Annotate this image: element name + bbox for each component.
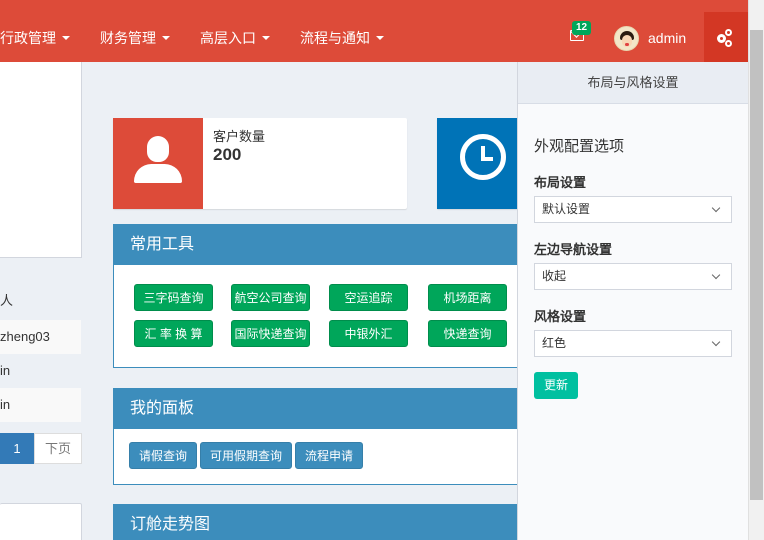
trend-panel: 订舱走势图 [113, 504, 518, 540]
process-apply-button[interactable]: 流程申请 [295, 442, 363, 469]
settings-toggle-button[interactable] [704, 12, 748, 62]
nav-menu-executive[interactable]: 高层入口 [200, 0, 270, 62]
caret-down-icon [162, 36, 170, 41]
scrollbar-thumb[interactable] [750, 30, 763, 500]
tool-button[interactable]: 三字码查询 [134, 284, 213, 311]
layout-label: 布局设置 [534, 175, 587, 190]
my-panel: 我的面板 [113, 388, 518, 485]
caret-down-icon [376, 36, 384, 41]
style-select[interactable]: 红色 [534, 330, 732, 357]
panel-title: 订舱走势图 [114, 505, 518, 540]
tool-button[interactable]: 机场距离 [428, 284, 507, 311]
chevron-down-icon [711, 203, 721, 213]
left-top-box [0, 118, 81, 209]
layout-select[interactable]: 默认设置 [534, 196, 732, 223]
info-box-customers: 客户数量 200 [113, 118, 407, 209]
nav-menu-admin[interactable]: 行政管理 [0, 0, 70, 62]
caret-down-icon [262, 36, 270, 41]
update-button[interactable]: 更新 [534, 372, 578, 399]
info-label: 客户数量 [213, 129, 266, 144]
leave-query-button[interactable]: 请假查询 [129, 442, 197, 469]
pager-next[interactable]: 下页 [34, 433, 82, 464]
panel-title: 常用工具 [114, 225, 518, 265]
nav-menu-finance[interactable]: 财务管理 [100, 0, 170, 62]
left-bottom-box [0, 503, 82, 540]
settings-heading: 外观配置选项 [534, 138, 625, 155]
caret-down-icon [62, 36, 70, 41]
chevron-down-icon [711, 270, 721, 280]
scrollbar[interactable] [748, 0, 764, 540]
table-row[interactable]: 人 [0, 284, 81, 318]
tool-button[interactable]: 航空公司查询 [231, 284, 310, 311]
top-navbar: 行政管理 财务管理 高层入口 流程与通知 12 admin [0, 0, 748, 62]
available-leave-button[interactable]: 可用假期查询 [200, 442, 292, 469]
info-icon-bg [437, 118, 527, 209]
settings-title: 布局与风格设置 [518, 62, 748, 104]
clock-icon [460, 134, 506, 180]
tool-button[interactable]: 快递查询 [428, 320, 507, 347]
style-label: 风格设置 [534, 309, 587, 324]
table-row[interactable]: in [0, 388, 81, 422]
tool-button[interactable]: 汇 率 换 算 [134, 320, 213, 347]
sidebar-label: 左边导航设置 [534, 242, 613, 257]
mail-count-badge: 12 [572, 21, 592, 35]
tool-button[interactable]: 国际快递查询 [231, 320, 310, 347]
sidebar-select[interactable]: 收起 [534, 263, 732, 290]
panel-title: 我的面板 [114, 389, 518, 429]
pager-page-1[interactable]: 1 [0, 433, 34, 464]
table-row[interactable]: in [0, 354, 81, 388]
tool-button[interactable]: 空运追踪 [329, 284, 408, 311]
info-value: 200 [213, 145, 242, 164]
avatar[interactable] [614, 26, 639, 51]
table-row[interactable]: zheng03 [0, 320, 81, 354]
username[interactable]: admin [648, 0, 686, 62]
tool-button[interactable]: 中银外汇 [329, 320, 408, 347]
nav-menu-process[interactable]: 流程与通知 [300, 0, 384, 62]
info-box-time [437, 118, 527, 209]
settings-panel: 布局与风格设置 外观配置选项 布局设置 默认设置 左边导航设置 收起 风格设置 … [517, 62, 748, 540]
chevron-down-icon [711, 337, 721, 347]
user-icon [113, 118, 203, 209]
